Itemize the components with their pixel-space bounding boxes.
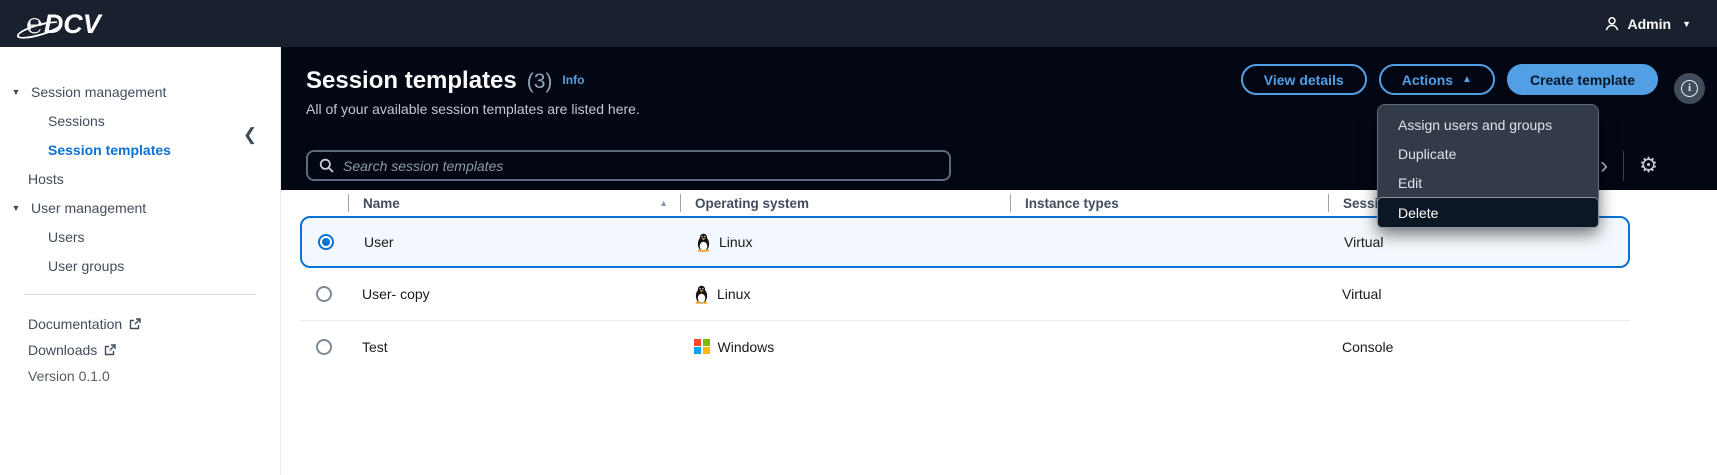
menu-item-duplicate[interactable]: Duplicate — [1378, 139, 1598, 168]
sidebar-item-user-groups[interactable]: User groups — [0, 251, 280, 280]
windows-icon — [694, 339, 710, 355]
page-description: All of your available session templates … — [306, 101, 640, 117]
cell-name: Test — [348, 339, 680, 355]
sidebar-section-user-management[interactable]: ▼ User management — [0, 193, 280, 222]
os-label: Linux — [717, 286, 750, 302]
column-label: Instance types — [1025, 196, 1119, 211]
sidebar-item-label: Session templates — [48, 142, 171, 158]
side-navigation: ❮ ▼ Session management Sessions Session … — [0, 47, 281, 475]
view-details-button[interactable]: View details — [1241, 64, 1367, 95]
linux-icon — [694, 285, 709, 304]
sidebar-item-users[interactable]: Users — [0, 222, 280, 251]
downloads-link[interactable]: Downloads — [0, 337, 280, 363]
info-panel-toggle-button[interactable]: i — [1674, 73, 1705, 104]
section-label: User management — [31, 200, 146, 216]
cell-operating-system: Linux — [680, 285, 1010, 304]
link-label: Downloads — [28, 342, 97, 358]
menu-item-label: Edit — [1398, 175, 1422, 191]
sidebar-item-label: Sessions — [48, 113, 105, 129]
menu-item-delete[interactable]: Delete — [1377, 197, 1599, 228]
search-input[interactable] — [343, 158, 938, 174]
cell-operating-system: Linux — [682, 233, 1012, 252]
link-label: Documentation — [28, 316, 122, 332]
header-action-buttons: View details Actions ▲ Create template — [1241, 64, 1658, 95]
sidebar-section-session-management[interactable]: ▼ Session management — [0, 77, 280, 106]
button-label: Actions — [1402, 72, 1453, 88]
linux-icon — [696, 233, 711, 252]
info-icon: i — [1681, 80, 1698, 97]
user-icon — [1604, 16, 1620, 32]
row-radio[interactable] — [316, 339, 332, 355]
next-page-icon[interactable]: › — [1600, 152, 1608, 180]
menu-item-assign-users-and-groups[interactable]: Assign users and groups — [1378, 110, 1598, 139]
sidebar-item-hosts[interactable]: Hosts — [0, 164, 280, 193]
external-link-icon — [104, 344, 116, 356]
dcv-logo[interactable]: ℮ DCV — [26, 10, 101, 38]
column-header-name[interactable]: Name ▲ — [348, 194, 680, 212]
sidebar-item-label: User groups — [48, 258, 124, 274]
sidebar-item-session-templates[interactable]: Session templates — [0, 135, 280, 164]
sidebar-collapse-icon[interactable]: ❮ — [240, 125, 260, 145]
gear-icon[interactable]: ⚙ — [1639, 152, 1658, 180]
cell-session-type: Console — [1328, 339, 1630, 355]
actions-dropdown-menu: Assign users and groups Duplicate Edit D… — [1377, 104, 1599, 228]
column-header-operating-system[interactable]: Operating system — [680, 194, 1010, 212]
table-row[interactable]: User- copy Linux Virtual — [300, 268, 1630, 320]
menu-item-edit[interactable]: Edit — [1378, 168, 1598, 197]
search-icon — [319, 158, 334, 173]
section-expand-icon[interactable]: ▼ — [10, 87, 22, 97]
sort-ascending-icon[interactable]: ▲ — [659, 198, 668, 208]
menu-item-label: Delete — [1398, 205, 1438, 221]
actions-button[interactable]: Actions ▲ — [1379, 64, 1495, 95]
cell-session-type: Virtual — [1328, 286, 1630, 302]
search-box — [306, 150, 951, 181]
menu-item-label: Duplicate — [1398, 146, 1456, 162]
cell-operating-system: Windows — [680, 339, 1010, 355]
chevron-down-icon: ▼ — [1682, 19, 1691, 29]
menu-item-label: Assign users and groups — [1398, 117, 1552, 133]
cell-name: User — [350, 234, 682, 250]
column-label: Name — [363, 196, 400, 211]
row-radio-selected[interactable] — [318, 234, 334, 250]
external-link-icon — [129, 318, 141, 330]
table-toolbar-icons: › ⚙ — [1600, 151, 1658, 181]
cell-name: User- copy — [348, 286, 680, 302]
row-radio[interactable] — [316, 286, 332, 302]
toolbar-divider — [1623, 151, 1624, 181]
version-label: Version 0.1.0 — [0, 363, 280, 389]
session-templates-table: Name ▲ Operating system Instance types S… — [281, 190, 1717, 475]
section-expand-icon[interactable]: ▼ — [10, 203, 22, 213]
documentation-link[interactable]: Documentation — [0, 311, 280, 337]
top-navigation-bar: ℮ DCV Admin ▼ — [0, 0, 1717, 47]
sidebar-item-label: Hosts — [28, 171, 64, 187]
user-label: Admin — [1628, 16, 1672, 32]
column-label: Operating system — [695, 196, 809, 211]
button-label: View details — [1264, 72, 1344, 88]
column-header-instance-types[interactable]: Instance types — [1010, 194, 1328, 212]
os-label: Linux — [719, 234, 752, 250]
sidebar-divider — [24, 294, 256, 295]
chevron-up-icon: ▲ — [1462, 74, 1472, 85]
table-row[interactable]: Test Windows Console — [300, 320, 1630, 372]
cell-session-type: Virtual — [1330, 234, 1628, 250]
item-count-badge: (3) — [527, 70, 553, 94]
button-label: Create template — [1530, 72, 1635, 88]
sidebar-item-sessions[interactable]: Sessions — [0, 106, 280, 135]
os-label: Windows — [718, 339, 775, 355]
create-template-button[interactable]: Create template — [1507, 64, 1658, 95]
sidebar-item-label: Users — [48, 229, 85, 245]
user-account-menu[interactable]: Admin ▼ — [1604, 16, 1691, 32]
info-link[interactable]: Info — [562, 73, 584, 87]
section-label: Session management — [31, 84, 166, 100]
selection-column-header — [300, 194, 348, 212]
page-title: Session templates — [306, 67, 517, 95]
